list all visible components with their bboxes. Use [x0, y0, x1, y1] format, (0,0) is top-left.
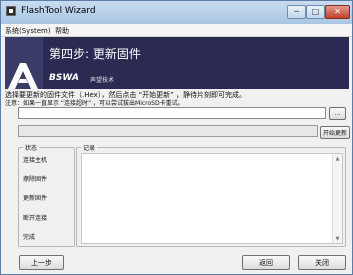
status-complete: 完成: [23, 234, 36, 241]
status-connect-host: 连接主机: [23, 157, 48, 164]
status-legend: 状态: [23, 143, 40, 152]
status-update-firmware: 更新固件: [23, 195, 48, 202]
status-erase-firmware: 擦除固件: [23, 176, 48, 183]
window-close-button[interactable]: ✕: [325, 5, 350, 19]
previous-step-button[interactable]: 上一步: [19, 255, 64, 270]
scroll-up-arrow-icon[interactable]: ▲: [333, 154, 342, 163]
title-bar[interactable]: FlashTool Wizard ─ □ ✕: [1, 1, 352, 24]
status-disconnect: 断开连接: [23, 215, 48, 222]
menu-help[interactable]: 帮助: [55, 26, 69, 36]
note-text: 注意：如果一直显示 “连接超时” ，可以尝试拔出MicroSD卡重试。: [5, 100, 184, 107]
menu-system[interactable]: 系统(System): [5, 26, 51, 36]
log-scrollbar[interactable]: ▲ ▼: [332, 154, 342, 243]
close-button[interactable]: 关闭: [298, 255, 346, 270]
log-legend: 记录: [81, 143, 98, 152]
brand-chinese-name: 声望技术: [90, 77, 115, 84]
brand-name: BSWA: [49, 73, 79, 83]
firmware-file-input[interactable]: [18, 107, 326, 119]
bswa-logo: [5, 37, 43, 89]
menu-bar: 系统(System) 帮助: [1, 24, 352, 37]
step-banner: 第四步: 更新固件 BSWA 声望技术: [5, 37, 349, 89]
return-button[interactable]: 返回: [242, 255, 290, 270]
update-progress-bar: [18, 125, 318, 137]
scroll-down-arrow-icon[interactable]: ▼: [333, 234, 342, 243]
window-title: FlashTool Wizard: [21, 6, 96, 16]
logo-a-icon: [8, 63, 38, 89]
flashtool-window: FlashTool Wizard ─ □ ✕ 系统(System) 帮助 第四步…: [0, 0, 353, 275]
step-title: 第四步: 更新固件: [49, 47, 141, 61]
minimize-button[interactable]: ─: [287, 5, 306, 19]
browse-button[interactable]: ...: [329, 107, 346, 120]
start-update-button[interactable]: 开始更新: [320, 126, 350, 139]
app-icon: [6, 6, 16, 16]
log-textarea[interactable]: ▲ ▼: [81, 153, 343, 244]
maximize-button[interactable]: □: [306, 5, 325, 19]
